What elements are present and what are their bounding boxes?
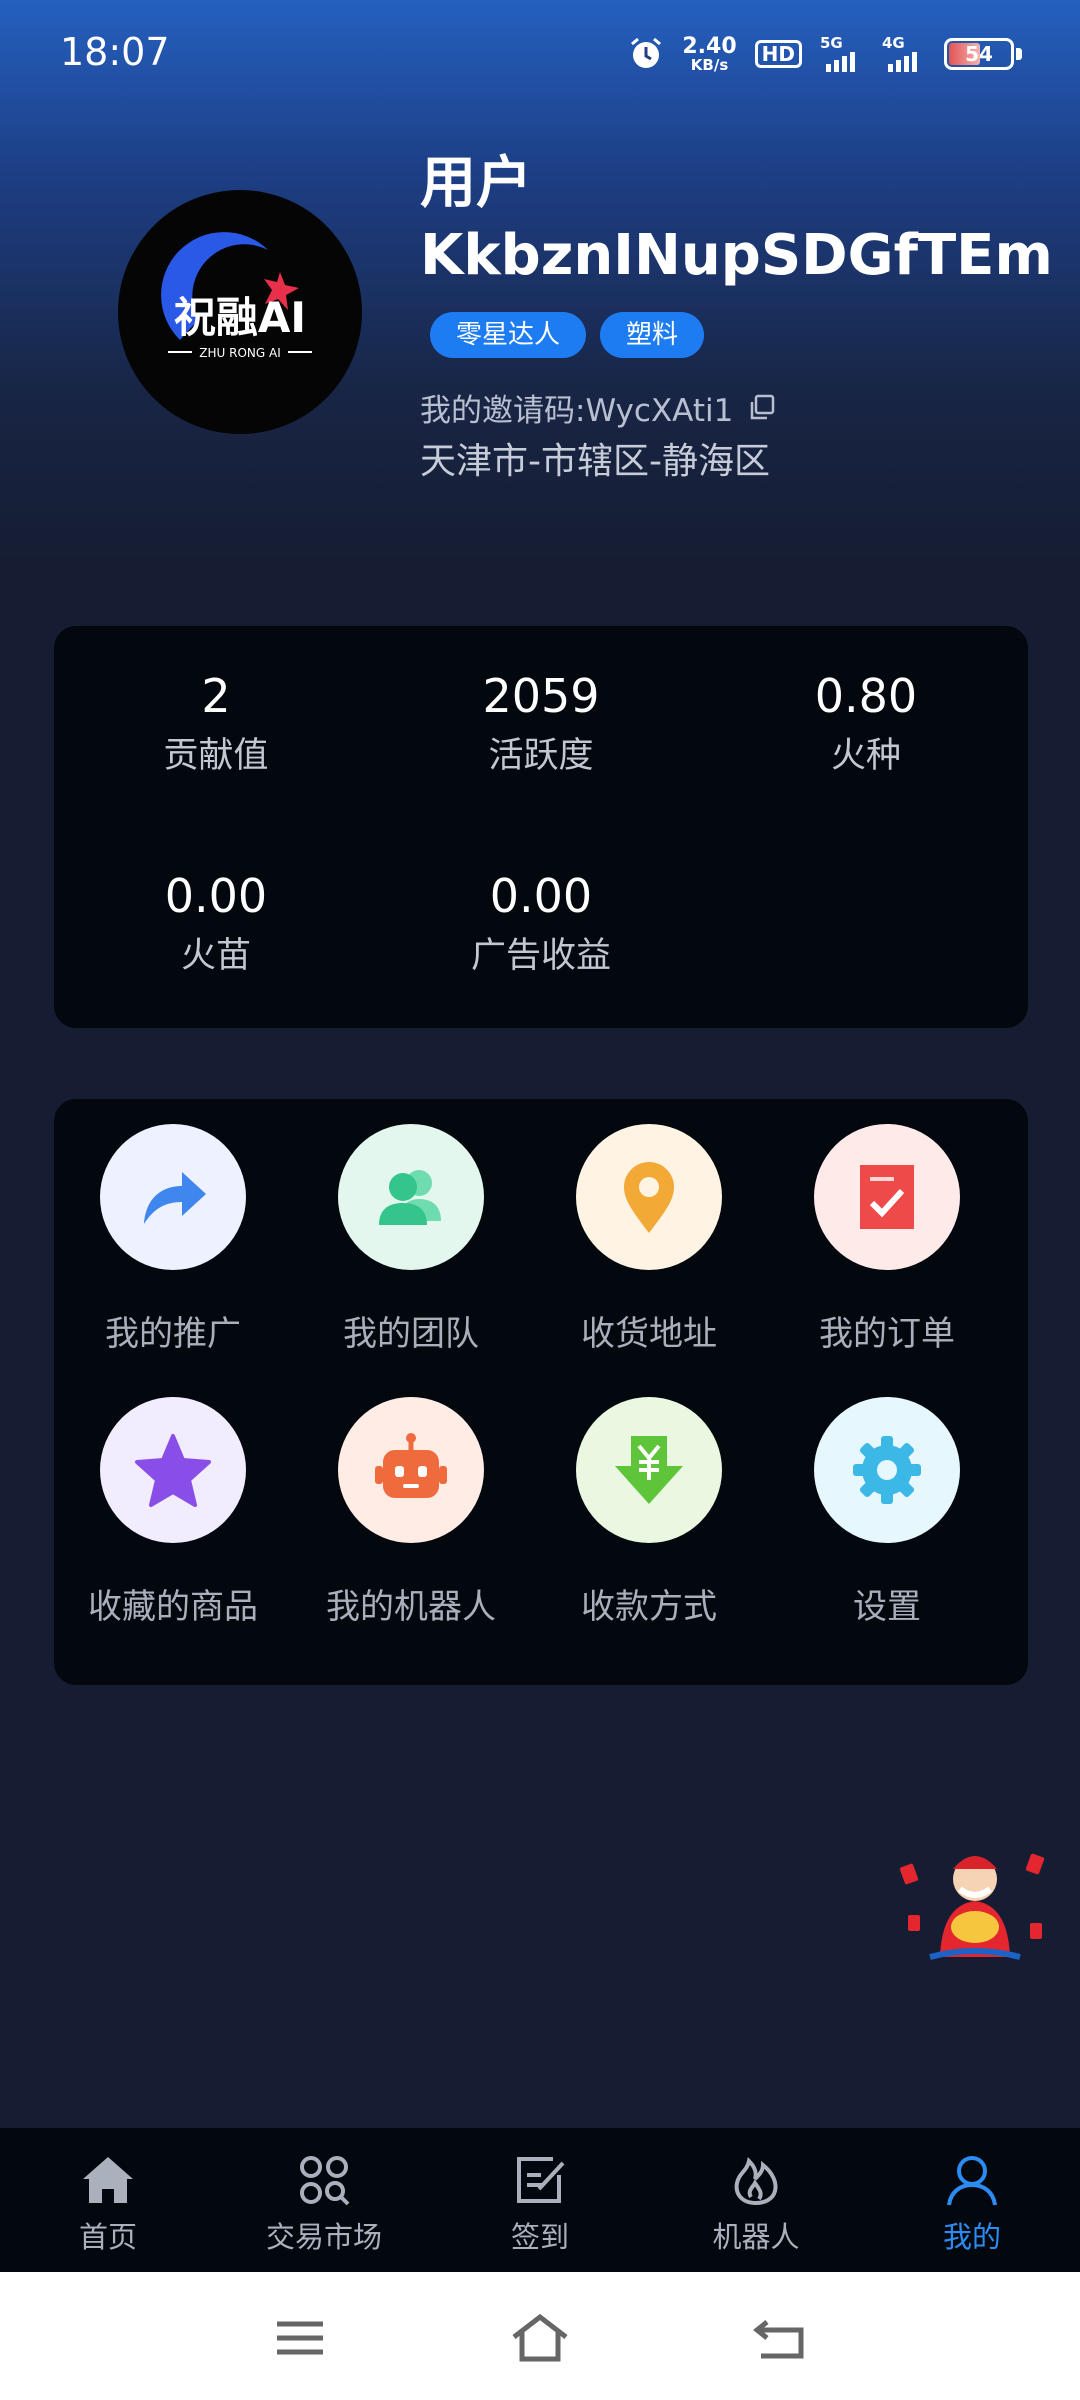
- menu-item-team[interactable]: 我的团队: [292, 1124, 530, 1355]
- tab-robot[interactable]: 机器人: [648, 2128, 864, 2272]
- menu-label: 收款方式: [581, 1587, 717, 1627]
- flame-icon: [728, 2152, 784, 2208]
- tab-label: 我的: [942, 2220, 1001, 2254]
- menu-label: 收货地址: [581, 1314, 717, 1354]
- tab-mine[interactable]: 我的: [864, 2128, 1080, 2272]
- team-icon: [379, 1170, 441, 1225]
- stat-contribution[interactable]: 2 贡献值: [54, 666, 378, 782]
- signal-4g-label: 4G: [882, 34, 905, 52]
- checkin-icon: [512, 2152, 568, 2208]
- menu-item-promotion[interactable]: 我的推广: [54, 1124, 292, 1355]
- status-time: 18:07: [60, 30, 170, 74]
- menu-item-robot[interactable]: 我的机器人: [292, 1397, 530, 1628]
- invite-code: 我的邀请码:WycXAti1: [420, 393, 734, 429]
- user-icon: [944, 2152, 1000, 2208]
- menu-icon[interactable]: [270, 2308, 330, 2368]
- bottom-tab-bar: 首页 交易市场 签到 机器人 我的: [0, 2128, 1080, 2272]
- stat-label: 贡献值: [163, 736, 269, 776]
- menu-label: 收藏的商品: [88, 1587, 258, 1627]
- logo-text: 祝融AI: [174, 293, 306, 342]
- stat-kindling[interactable]: 0.80 火种: [704, 666, 1028, 782]
- menu-circle: [338, 1397, 484, 1543]
- stat-label: 活跃度: [488, 736, 594, 776]
- battery-icon: 54: [944, 38, 1014, 70]
- home-icon: [80, 2152, 136, 2208]
- battery-percent: 54: [965, 42, 993, 66]
- robot-icon: [375, 1433, 447, 1498]
- signal-4g-icon: 4G: [882, 34, 926, 72]
- tab-label: 首页: [78, 2220, 137, 2254]
- stat-activity[interactable]: 2059 活跃度: [379, 666, 703, 782]
- network-speed-value: 2.40: [682, 33, 737, 59]
- username: 用户KkbznINupSDGfTEm: [420, 151, 1053, 288]
- stat-label: 火苗: [180, 936, 251, 976]
- menu-label: 我的机器人: [326, 1587, 496, 1627]
- network-speed-unit: KB/s: [690, 55, 729, 74]
- user-tag: 零星达人: [430, 312, 587, 358]
- market-icon: [296, 2152, 352, 2208]
- status-bar: 18:07 2.40 KB/s HD 5G 4G 54: [0, 0, 1080, 110]
- home-nav-icon[interactable]: [510, 2308, 570, 2368]
- invite-code-row: 我的邀请码:WycXAti1: [420, 385, 777, 430]
- alarm-icon: [631, 37, 662, 68]
- user-tags: 零星达人 塑料: [430, 312, 705, 358]
- menu-circle: [814, 1124, 960, 1270]
- user-tag: 塑料: [600, 312, 705, 358]
- menu-item-orders[interactable]: 我的订单: [768, 1124, 1006, 1355]
- tab-market[interactable]: 交易市场: [216, 2128, 432, 2272]
- hd-badge: HD: [754, 40, 802, 68]
- stat-value: 0.00: [164, 869, 268, 923]
- menu-circle: [576, 1397, 722, 1543]
- location-pin-icon: [624, 1162, 674, 1233]
- stat-value: 0.80: [814, 669, 918, 723]
- stat-value: 0.00: [489, 869, 593, 923]
- menu-circle: [100, 1124, 246, 1270]
- menu-circle: [338, 1124, 484, 1270]
- menu-circle: [100, 1397, 246, 1543]
- menu-circle: [576, 1124, 722, 1270]
- menu-card: 我的推广 我的团队 收货地址 我的订单 收藏的商品 我的机器人 收款方式 设置: [54, 1099, 1028, 1685]
- stat-value: 2: [201, 669, 231, 723]
- status-icons: 2.40 KB/s HD 5G 4G 54: [628, 30, 1022, 78]
- star-icon: [135, 1434, 211, 1507]
- stat-label: 火种: [830, 736, 901, 776]
- yuan-download-icon: [615, 1436, 683, 1504]
- system-nav-bar: [0, 2272, 1080, 2400]
- order-icon: [860, 1165, 914, 1229]
- network-speed: 2.40 KB/s: [682, 33, 737, 74]
- menu-item-settings[interactable]: 设置: [768, 1397, 1006, 1628]
- menu-item-favorites[interactable]: 收藏的商品: [54, 1397, 292, 1628]
- signal-5g-label: 5G: [820, 34, 843, 52]
- logo-subtext: ZHU RONG AI: [199, 346, 280, 360]
- stat-value: 2059: [482, 669, 600, 723]
- stat-ad-income[interactable]: 0.00 广告收益: [379, 866, 703, 982]
- location: 天津市-市辖区-静海区: [420, 441, 770, 482]
- menu-label: 设置: [853, 1587, 921, 1627]
- signal-5g-icon: 5G: [820, 34, 864, 72]
- lucky-draw-mascot[interactable]: [899, 1845, 1050, 1965]
- stats-card: 2 贡献值 2059 活跃度 0.80 火种 0.00 火苗 0.00 广告收益: [54, 626, 1028, 1028]
- mascot-icon: [899, 1853, 1045, 1960]
- zhurong-logo-icon: 祝融AI ZHU RONG AI: [161, 232, 312, 360]
- menu-label: 我的团队: [343, 1314, 479, 1354]
- menu-label: 我的推广: [105, 1314, 241, 1354]
- stat-label: 广告收益: [470, 936, 611, 976]
- tab-label: 签到: [510, 2220, 569, 2254]
- menu-circle: [814, 1397, 960, 1543]
- avatar[interactable]: 祝融AI ZHU RONG AI: [118, 190, 362, 434]
- tab-home[interactable]: 首页: [0, 2128, 216, 2272]
- gear-icon: [853, 1436, 921, 1504]
- menu-item-address[interactable]: 收货地址: [530, 1124, 768, 1355]
- stat-flame[interactable]: 0.00 火苗: [54, 866, 378, 982]
- share-arrow-icon: [144, 1172, 206, 1224]
- copy-icon[interactable]: [747, 393, 777, 423]
- tab-label: 交易市场: [265, 2220, 382, 2254]
- tab-checkin[interactable]: 签到: [432, 2128, 648, 2272]
- tab-label: 机器人: [712, 2220, 800, 2254]
- menu-label: 我的订单: [819, 1314, 955, 1354]
- back-icon[interactable]: [750, 2308, 810, 2368]
- menu-item-payment[interactable]: 收款方式: [530, 1397, 768, 1628]
